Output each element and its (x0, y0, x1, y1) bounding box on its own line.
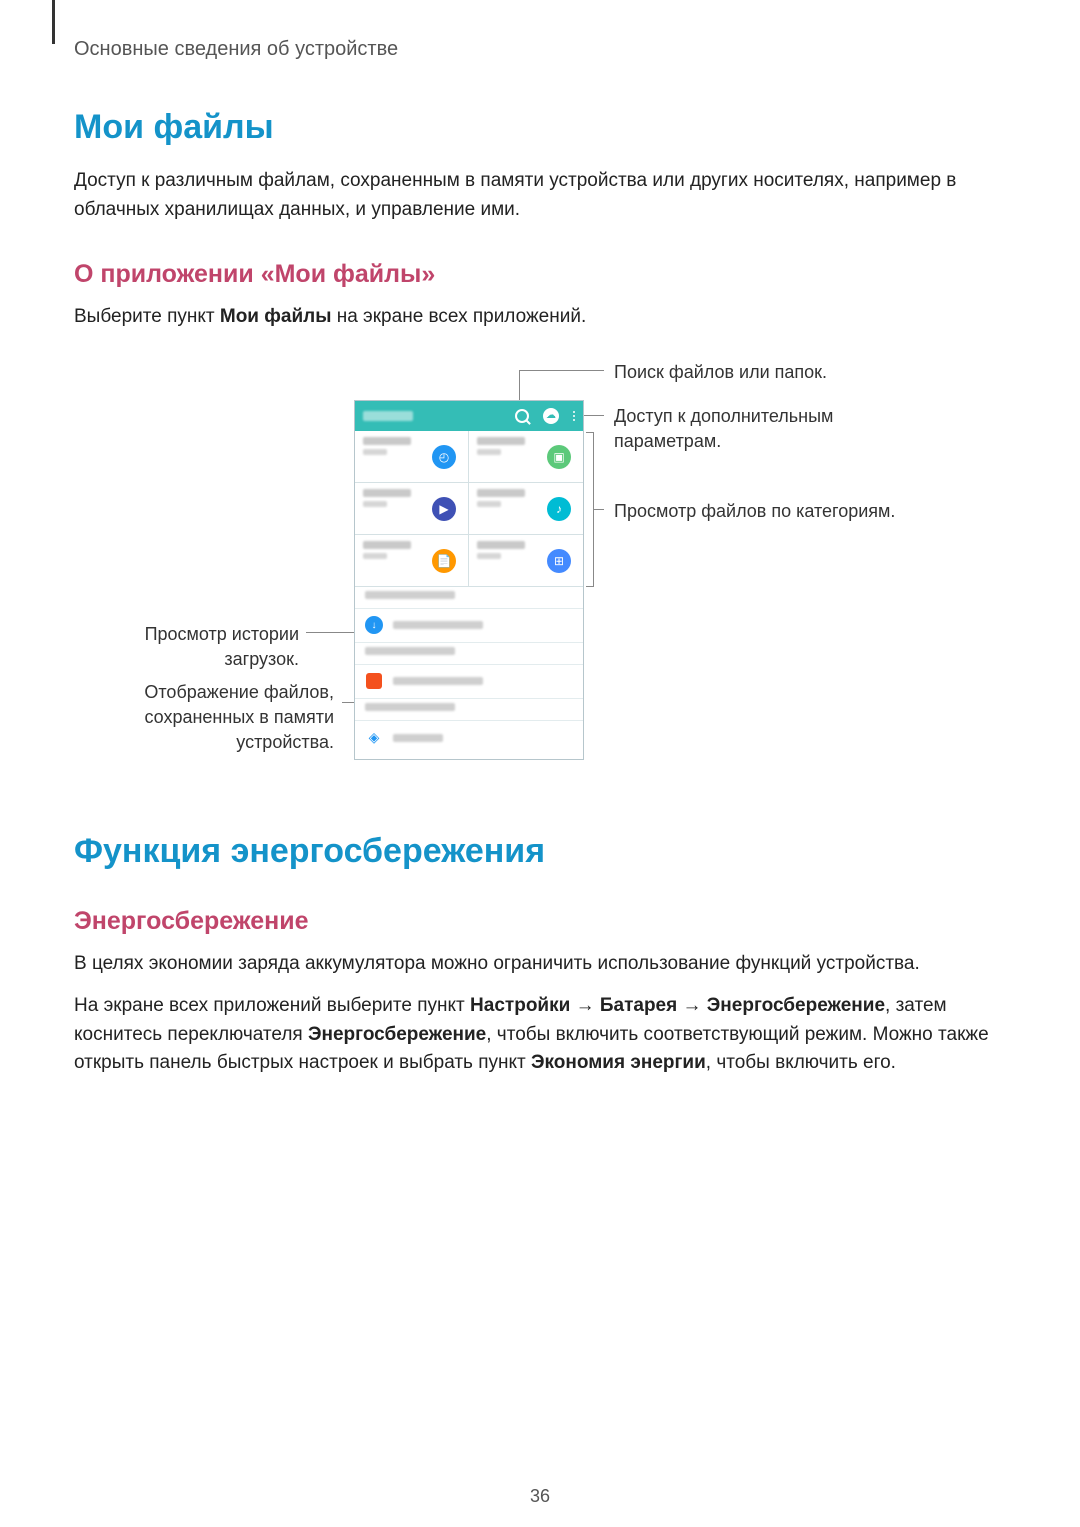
category-grid: ◴ ▣ ▶ ♪ (355, 431, 583, 587)
tile-label-blurred (477, 437, 525, 445)
more-options-icon[interactable] (573, 411, 575, 421)
section-power-saving: Функция энергосбережения Энергосбережени… (74, 832, 1008, 1078)
row-label-blurred (393, 677, 483, 685)
tile-recent[interactable]: ◴ (355, 431, 469, 483)
tile-sub-blurred (477, 553, 501, 559)
tile-videos[interactable]: ▶ (355, 483, 469, 535)
document-icon: 📄 (432, 549, 456, 573)
page-corner-mark (52, 0, 55, 44)
leader-line (519, 370, 604, 371)
tile-sub-blurred (363, 449, 387, 455)
row-label-blurred (393, 734, 443, 742)
section-title-power-saving: Функция энергосбережения (74, 832, 1008, 871)
my-files-diagram: Поиск файлов или папок. Доступ к дополни… (74, 352, 974, 772)
tile-sub-blurred (477, 501, 501, 507)
callout-categories: Просмотр файлов по категориям. (614, 499, 895, 524)
power-saving-p2: На экране всех приложений выберите пункт… (74, 992, 1008, 1078)
section-title-my-files: Мои файлы (74, 108, 1008, 147)
row-label-blurred (393, 621, 483, 629)
tile-label-blurred (363, 489, 411, 497)
tile-downloaded-apps[interactable]: ⊞ (469, 535, 583, 587)
my-files-intro: Доступ к различным файлам, сохраненным в… (74, 167, 1008, 224)
search-icon[interactable] (515, 409, 529, 423)
page-content: Мои файлы Доступ к различным файлам, сох… (74, 108, 1008, 1086)
tile-label-blurred (477, 541, 525, 549)
section-label-blurred (365, 647, 455, 655)
power-saving-p1: В целях экономии заряда аккумулятора мож… (74, 950, 1008, 979)
tile-sub-blurred (363, 501, 387, 507)
tile-documents[interactable]: 📄 (355, 535, 469, 587)
instruction-bold: Мои файлы (220, 306, 332, 327)
cloud-icon[interactable]: ☁ (543, 408, 559, 424)
instruction-pre: Выберите пункт (74, 306, 220, 327)
callout-search: Поиск файлов или папок. (614, 360, 827, 385)
page-number: 36 (0, 1486, 1080, 1507)
dropbox-icon: ◈ (365, 729, 383, 747)
tile-sub-blurred (363, 553, 387, 559)
tile-label-blurred (363, 437, 411, 445)
callout-device-storage: Отображение файлов, сохраненных в памяти… (74, 680, 334, 756)
row-device-storage[interactable] (355, 665, 583, 699)
section-header-download (355, 587, 583, 609)
section-label-blurred (365, 591, 455, 599)
clock-icon: ◴ (432, 445, 456, 469)
tile-sub-blurred (477, 449, 501, 455)
leader-line (594, 509, 604, 510)
tile-label-blurred (477, 489, 525, 497)
section-header-local (355, 643, 583, 665)
breadcrumb: Основные сведения об устройстве (74, 38, 398, 61)
image-icon: ▣ (547, 445, 571, 469)
header-actions: ☁ (515, 408, 575, 424)
subheading-power-saving: Энергосбережение (74, 907, 1008, 936)
row-download-history[interactable]: ↓ (355, 609, 583, 643)
callout-options: Доступ к дополнительным параметрам. (614, 404, 914, 454)
row-dropbox[interactable]: ◈ (355, 721, 583, 755)
section-header-cloud (355, 699, 583, 721)
video-icon: ▶ (432, 497, 456, 521)
download-icon: ↓ (365, 616, 383, 634)
subheading-about-my-files: О приложении «Мои файлы» (74, 260, 1008, 289)
app-title-blurred (363, 411, 413, 421)
apps-icon: ⊞ (547, 549, 571, 573)
tile-label-blurred (363, 541, 411, 549)
leader-line (582, 415, 604, 416)
app-header: ☁ (355, 401, 583, 431)
section-label-blurred (365, 703, 455, 711)
my-files-instruction: Выберите пункт Мои файлы на экране всех … (74, 303, 1008, 332)
tile-audio[interactable]: ♪ (469, 483, 583, 535)
bracket (586, 432, 594, 587)
instruction-post: на экране всех приложений. (331, 306, 586, 327)
callout-download-history: Просмотр истории загрузок. (74, 622, 299, 672)
tile-images[interactable]: ▣ (469, 431, 583, 483)
phone-screenshot: ☁ ◴ ▣ ▶ (354, 400, 584, 760)
device-storage-icon (365, 672, 383, 690)
music-icon: ♪ (547, 497, 571, 521)
